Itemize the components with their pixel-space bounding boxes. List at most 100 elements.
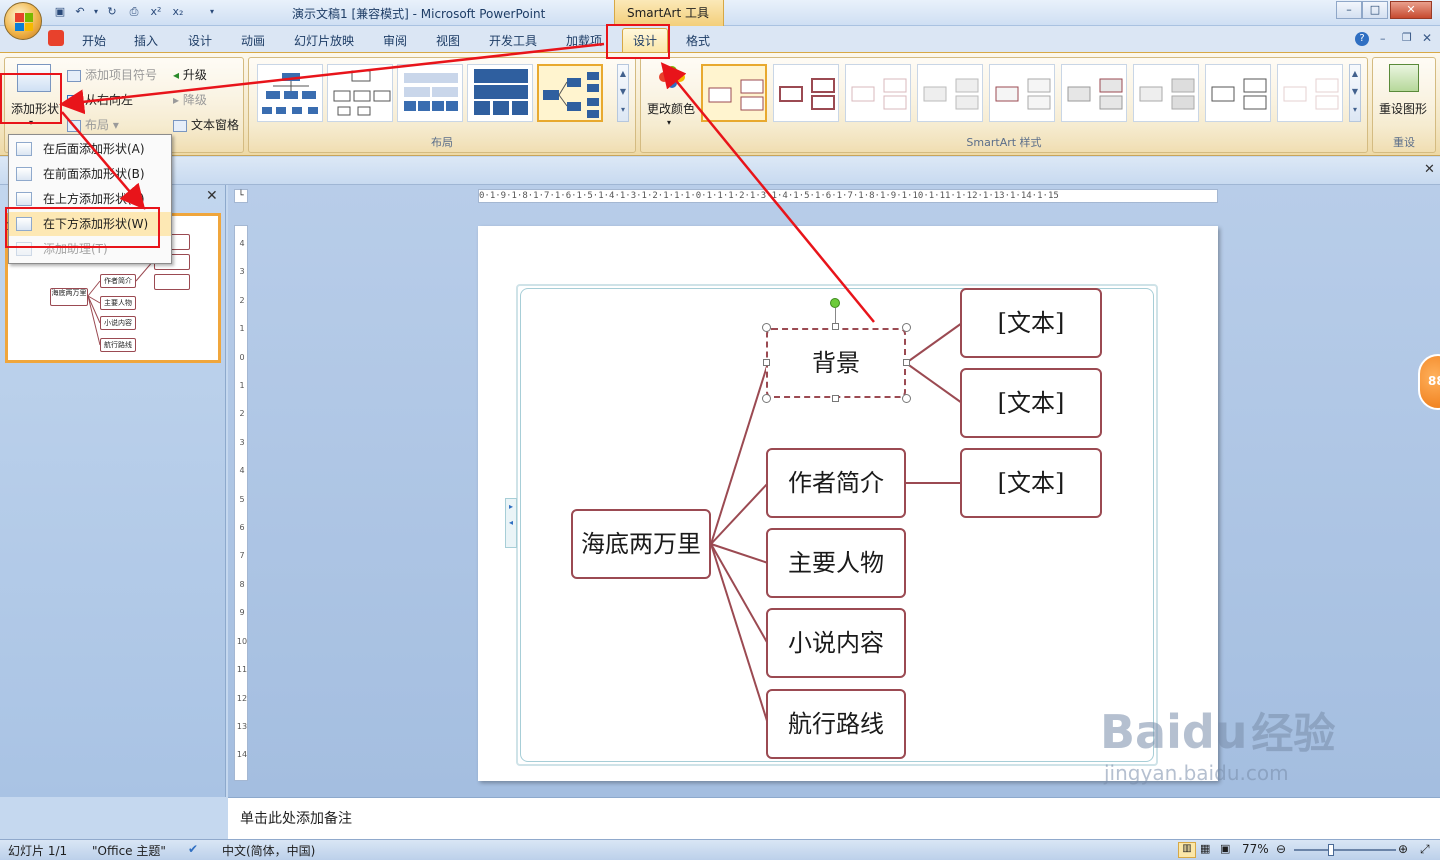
style-thumb-intense[interactable] — [1061, 64, 1127, 122]
customize-qat-icon[interactable]: ▾ — [204, 4, 220, 20]
smartart-child-node[interactable]: [文本] — [960, 368, 1102, 438]
style-thumb-moderate[interactable] — [989, 64, 1055, 122]
redo-icon[interactable]: ↻ — [104, 4, 120, 20]
resize-handle[interactable] — [763, 359, 770, 366]
smartart-node-selected[interactable]: 背景 — [766, 328, 906, 398]
undo-icon[interactable]: ↶ — [72, 4, 88, 20]
slide[interactable]: ▸ ◂ 海底两万里 背景 作者简介 主要人物 小说内容 航行路线 [文本] [文本… — [478, 226, 1218, 781]
resize-handle[interactable] — [902, 394, 911, 403]
vertical-ruler-tick-label: 5 — [239, 494, 245, 504]
style-thumb-shadow[interactable] — [917, 64, 983, 122]
ribbon-close-icon[interactable]: ✕ — [1422, 31, 1432, 45]
spell-check-icon[interactable]: ✔ — [188, 842, 198, 856]
fit-to-window-icon[interactable]: ⤢ — [1420, 842, 1430, 857]
workspace-close-icon[interactable]: ✕ — [1424, 162, 1435, 177]
help-icon[interactable]: ? — [1355, 32, 1369, 46]
workspace-header — [0, 157, 1440, 185]
reset-graphic-button[interactable]: 重设图形 — [1379, 100, 1427, 117]
style-thumb-simple[interactable] — [701, 64, 767, 122]
side-floating-badge[interactable]: 88 — [1418, 354, 1440, 410]
right-to-left-button[interactable]: 从右向左 — [67, 91, 133, 108]
style-gallery-scroll[interactable]: ▲ ▼ ▾ — [1349, 64, 1361, 122]
tab-insert[interactable]: 插入 — [134, 32, 158, 49]
style-thumb-polished[interactable] — [1133, 64, 1199, 122]
resize-handle[interactable] — [903, 359, 910, 366]
slideshow-view-icon[interactable]: ▣ — [1220, 842, 1230, 855]
smartart-node[interactable]: 小说内容 — [766, 608, 906, 678]
vertical-ruler-tick-label: 2 — [239, 409, 245, 419]
tab-view[interactable]: 视图 — [436, 32, 460, 49]
undo-dropdown-icon[interactable]: ▾ — [88, 4, 104, 20]
tab-addins[interactable]: 加载项 — [566, 32, 602, 49]
zoom-slider[interactable] — [1294, 849, 1396, 851]
layout-thumb-horizontal-hierarchy[interactable] — [537, 64, 603, 122]
smartart-node[interactable]: 主要人物 — [766, 528, 906, 598]
tab-selector[interactable]: └ — [234, 189, 248, 203]
superscript-icon[interactable]: x² — [148, 4, 164, 20]
vertical-ruler-tick-label: 3 — [239, 437, 245, 447]
tab-smartart-format[interactable]: 格式 — [686, 32, 710, 49]
reset-graphic-icon — [1389, 64, 1419, 92]
normal-view-icon[interactable]: ▥ — [1178, 842, 1196, 858]
change-colors-icon — [657, 66, 687, 90]
watermark-url: jingyan.baidu.com — [1104, 761, 1289, 785]
tab-home[interactable]: 开始 — [82, 32, 106, 49]
status-zoom-level[interactable]: 77% — [1242, 842, 1269, 856]
slide-sorter-view-icon[interactable]: ▦ — [1200, 842, 1210, 855]
menu-add-shape-before[interactable]: 在前面添加形状(B) — [9, 162, 171, 186]
layout-thumb-hierarchy[interactable] — [257, 64, 323, 122]
style-thumb-brick[interactable] — [1277, 64, 1343, 122]
maximize-button[interactable]: □ — [1362, 1, 1388, 19]
resize-handle[interactable] — [902, 323, 911, 332]
text-pane-button[interactable]: 文本窗格 — [173, 116, 239, 133]
resize-handle[interactable] — [832, 323, 839, 330]
print-preview-icon[interactable]: ⎙ — [126, 4, 142, 20]
menu-add-shape-before-label: 在前面添加形状(B) — [43, 167, 145, 181]
tab-design[interactable]: 设计 — [188, 32, 212, 49]
layout-thumb-org-outline[interactable] — [327, 64, 393, 122]
notes-placeholder[interactable]: 单击此处添加备注 — [240, 808, 352, 828]
subscript-icon[interactable]: x₂ — [170, 4, 186, 20]
tab-developer[interactable]: 开发工具 — [489, 32, 537, 49]
layout-thumb-table-hierarchy[interactable] — [397, 64, 463, 122]
resize-handle[interactable] — [762, 394, 771, 403]
change-colors-dropdown-icon[interactable]: ▾ — [667, 118, 671, 127]
style-thumb-outline[interactable] — [773, 64, 839, 122]
save-icon[interactable]: ▣ — [52, 4, 68, 20]
layout-gallery-scroll[interactable]: ▲ ▼ ▾ — [617, 64, 629, 122]
smartart-child-node[interactable]: [文本] — [960, 288, 1102, 358]
ribbon-restore-icon[interactable]: ❐ — [1402, 31, 1412, 44]
zoom-out-icon[interactable]: ⊖ — [1276, 842, 1286, 856]
vertical-ruler-tick-label: 1 — [239, 381, 245, 391]
change-colors-button[interactable]: 更改颜色 — [647, 100, 695, 117]
smartart-root-node[interactable]: 海底两万里 — [571, 509, 711, 579]
office-button[interactable] — [4, 2, 42, 40]
smartart-node[interactable]: 航行路线 — [766, 689, 906, 759]
tab-animations[interactable]: 动画 — [241, 32, 265, 49]
close-button[interactable]: ✕ — [1390, 1, 1432, 19]
style-thumb-inset[interactable] — [1205, 64, 1271, 122]
slides-pane-close-icon[interactable]: ✕ — [206, 188, 218, 204]
menu-add-shape-after[interactable]: 在后面添加形状(A) — [9, 137, 171, 161]
zoom-in-icon[interactable]: ⊕ — [1398, 842, 1408, 856]
promote-button[interactable]: ◂ 升级 — [173, 66, 207, 83]
notes-pane[interactable] — [228, 797, 1440, 839]
smartart-node[interactable]: 作者简介 — [766, 448, 906, 518]
tab-review[interactable]: 审阅 — [383, 32, 407, 49]
resize-handle[interactable] — [762, 323, 771, 332]
status-language: 中文(简体，中国) — [222, 844, 316, 858]
vertical-ruler-tick-label: 10 — [236, 636, 248, 646]
org-outline-layout-icon — [333, 70, 391, 116]
smartart-child-node[interactable]: [文本] — [960, 448, 1102, 518]
zoom-slider-thumb[interactable] — [1328, 844, 1334, 856]
layout-gallery — [257, 64, 603, 122]
ribbon-minimize-icon[interactable]: – — [1380, 32, 1386, 45]
rotation-handle[interactable] — [830, 298, 840, 308]
minimize-button[interactable]: – — [1336, 1, 1362, 19]
resize-handle[interactable] — [832, 395, 839, 402]
status-bar: 幻灯片 1/1 "Office 主题" ✔ 中文(简体，中国) ▥ ▦ ▣ 77… — [0, 839, 1440, 860]
layout-thumb-block-hierarchy[interactable] — [467, 64, 533, 122]
style-thumb-light[interactable] — [845, 64, 911, 122]
tab-slideshow[interactable]: 幻灯片放映 — [294, 32, 354, 49]
layouts-group-label: 布局 — [431, 136, 453, 149]
